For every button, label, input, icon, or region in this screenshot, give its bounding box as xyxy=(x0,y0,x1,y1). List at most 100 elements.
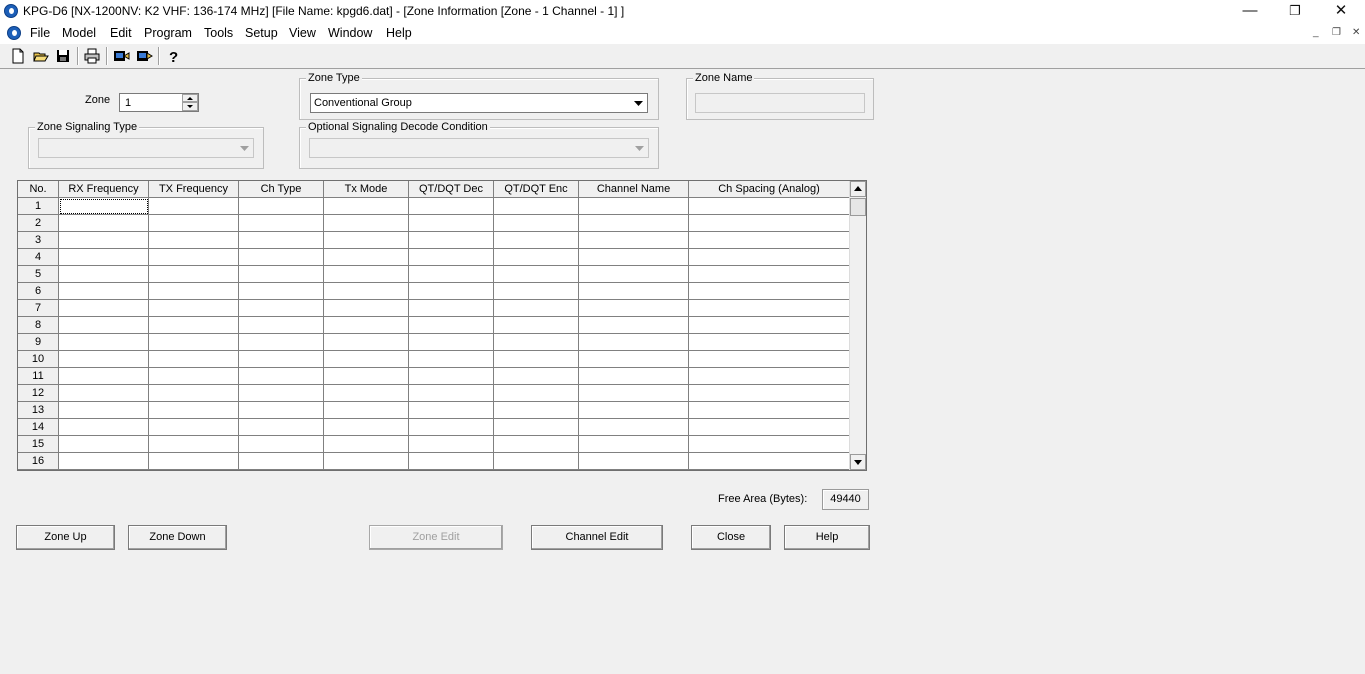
document-icon[interactable] xyxy=(7,26,21,40)
grid-cell[interactable] xyxy=(324,215,409,232)
grid-cell[interactable] xyxy=(494,419,579,436)
grid-cell[interactable] xyxy=(59,436,149,453)
grid-cell[interactable] xyxy=(59,402,149,419)
row-number[interactable]: 12 xyxy=(18,385,59,402)
grid-cell[interactable] xyxy=(239,232,324,249)
optional-signaling-select[interactable] xyxy=(309,138,649,158)
grid-cell[interactable] xyxy=(409,283,494,300)
grid-cell[interactable] xyxy=(239,283,324,300)
grid-cell[interactable] xyxy=(239,198,324,215)
row-number[interactable]: 7 xyxy=(18,300,59,317)
grid-cell[interactable] xyxy=(149,215,239,232)
grid-cell[interactable] xyxy=(689,283,850,300)
grid-cell[interactable] xyxy=(409,351,494,368)
row-number[interactable]: 10 xyxy=(18,351,59,368)
header-col-tx-frequency[interactable]: TX Frequency xyxy=(149,181,239,198)
row-number[interactable]: 6 xyxy=(18,283,59,300)
grid-cell[interactable] xyxy=(689,419,850,436)
open-folder-icon[interactable] xyxy=(32,47,50,65)
grid-cell[interactable] xyxy=(579,453,689,470)
row-number[interactable]: 11 xyxy=(18,368,59,385)
header-col-ch-type[interactable]: Ch Type xyxy=(239,181,324,198)
grid-cell[interactable] xyxy=(324,283,409,300)
grid-cell[interactable] xyxy=(689,215,850,232)
vertical-scrollbar[interactable] xyxy=(849,181,866,470)
header-col-channel-name[interactable]: Channel Name xyxy=(579,181,689,198)
grid-cell[interactable] xyxy=(689,436,850,453)
grid-cell[interactable] xyxy=(689,453,850,470)
grid-cell[interactable] xyxy=(149,317,239,334)
grid-cell[interactable] xyxy=(324,436,409,453)
grid-cell[interactable] xyxy=(239,334,324,351)
grid-cell[interactable] xyxy=(149,351,239,368)
grid-cell[interactable] xyxy=(579,334,689,351)
save-icon[interactable] xyxy=(54,47,72,65)
scroll-thumb[interactable] xyxy=(850,198,866,216)
header-col-no[interactable]: No. xyxy=(18,181,59,198)
grid-cell[interactable] xyxy=(494,266,579,283)
menu-model[interactable]: Model xyxy=(62,26,96,40)
header-col-rx-frequency[interactable]: RX Frequency xyxy=(59,181,149,198)
grid-cell[interactable] xyxy=(59,283,149,300)
row-number[interactable]: 14 xyxy=(18,419,59,436)
row-number[interactable]: 15 xyxy=(18,436,59,453)
grid-cell[interactable] xyxy=(239,402,324,419)
grid-cell[interactable] xyxy=(324,198,409,215)
chevron-down-icon[interactable] xyxy=(630,95,646,111)
grid-cell[interactable] xyxy=(689,266,850,283)
row-number[interactable]: 13 xyxy=(18,402,59,419)
grid-cell[interactable] xyxy=(579,436,689,453)
grid-cell[interactable] xyxy=(689,368,850,385)
zone-name-input[interactable] xyxy=(695,93,865,113)
header-col-qt-dec[interactable]: QT/DQT Dec xyxy=(409,181,494,198)
grid-cell[interactable] xyxy=(324,266,409,283)
grid-cell[interactable] xyxy=(59,249,149,266)
grid-cell[interactable] xyxy=(239,419,324,436)
grid-cell[interactable] xyxy=(689,351,850,368)
chevron-down-icon[interactable] xyxy=(631,140,647,156)
grid-cell[interactable] xyxy=(409,419,494,436)
zone-up-button[interactable]: Zone Up xyxy=(16,525,115,550)
grid-cell[interactable] xyxy=(494,300,579,317)
grid-cell[interactable] xyxy=(494,232,579,249)
grid-cell[interactable] xyxy=(409,215,494,232)
grid-cell[interactable] xyxy=(324,232,409,249)
grid-cell[interactable] xyxy=(59,317,149,334)
grid-cell[interactable] xyxy=(494,283,579,300)
grid-cell[interactable] xyxy=(59,334,149,351)
chevron-down-icon[interactable] xyxy=(236,140,252,156)
grid-cell[interactable] xyxy=(409,232,494,249)
grid-cell[interactable] xyxy=(689,198,850,215)
channel-grid[interactable]: No. RX Frequency TX Frequency Ch Type Tx Mod… xyxy=(17,180,867,471)
grid-cell[interactable] xyxy=(689,334,850,351)
grid-cell[interactable] xyxy=(324,300,409,317)
grid-cell[interactable] xyxy=(59,215,149,232)
grid-cell[interactable] xyxy=(149,436,239,453)
grid-cell[interactable] xyxy=(689,300,850,317)
grid-cell[interactable] xyxy=(149,368,239,385)
close-button[interactable]: Close xyxy=(691,525,771,550)
zone-edit-button[interactable]: Zone Edit xyxy=(369,525,503,550)
grid-cell[interactable] xyxy=(689,385,850,402)
grid-cell[interactable] xyxy=(579,368,689,385)
grid-cell[interactable] xyxy=(494,334,579,351)
zone-signaling-type-select[interactable] xyxy=(38,138,254,158)
grid-cell[interactable] xyxy=(239,351,324,368)
menu-setup[interactable]: Setup xyxy=(245,26,278,40)
header-col-tx-mode[interactable]: Tx Mode xyxy=(324,181,409,198)
grid-cell[interactable] xyxy=(324,385,409,402)
grid-cell[interactable] xyxy=(409,300,494,317)
grid-cell[interactable] xyxy=(59,198,149,215)
grid-cell[interactable] xyxy=(149,419,239,436)
row-number[interactable]: 1 xyxy=(18,198,59,215)
zone-type-select[interactable]: Conventional Group xyxy=(310,93,648,113)
grid-cell[interactable] xyxy=(59,232,149,249)
grid-cell[interactable] xyxy=(149,266,239,283)
grid-cell[interactable] xyxy=(239,300,324,317)
grid-cell[interactable] xyxy=(494,215,579,232)
grid-cell[interactable] xyxy=(239,385,324,402)
grid-cell[interactable] xyxy=(239,317,324,334)
grid-cell[interactable] xyxy=(59,351,149,368)
minimize-button[interactable]: — xyxy=(1227,0,1273,22)
grid-cell[interactable] xyxy=(149,453,239,470)
